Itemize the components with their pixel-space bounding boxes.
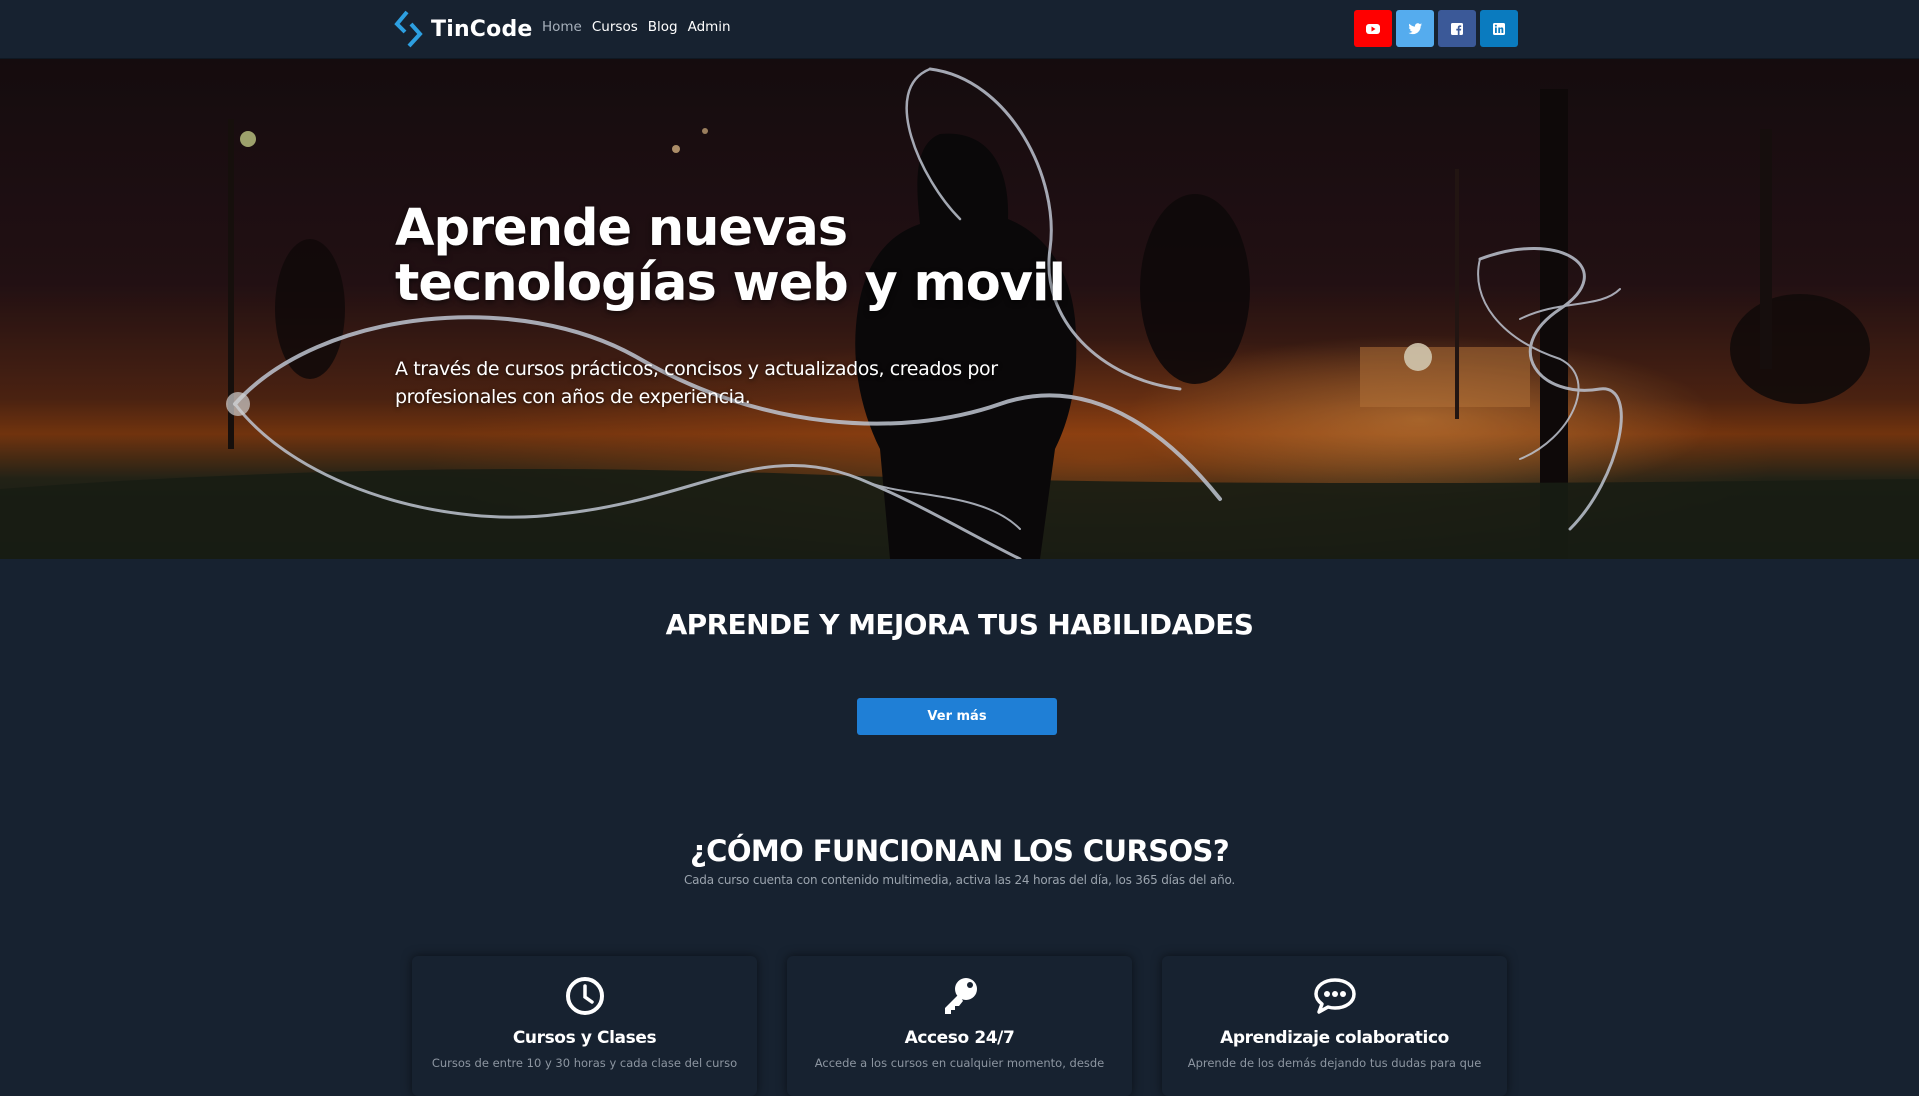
tincode-logo-icon (394, 10, 423, 48)
key-icon (944, 978, 977, 1014)
youtube-icon (1366, 23, 1380, 34)
nav-cursos[interactable]: Cursos (592, 19, 638, 35)
hero-title: Aprende nuevas tecnologías web y movil (395, 201, 1155, 311)
feature-card-title: Cursos y Clases (512, 1028, 657, 1048)
twitter-icon (1408, 22, 1422, 34)
navbar: TinCode Home Cursos Blog Admin (0, 0, 1919, 59)
nav-blog[interactable]: Blog (648, 19, 678, 35)
feature-card-text: Accede a los cursos en cualquier momento… (814, 1056, 1105, 1070)
feature-card-title: Aprendizaje colaboratico (1220, 1028, 1449, 1048)
hero-title-line-2: tecnologías web y movil (395, 254, 1066, 313)
feature-card-text: Aprende de los demás dejando tus dudas p… (1187, 1056, 1482, 1070)
brand-name: TinCode (431, 16, 533, 42)
skills-section-title: APRENDE Y MEJORA TUS HABILIDADES (665, 608, 1254, 641)
features-cards: Cursos y Clases Cursos de entre 10 y 30 … (412, 956, 1507, 1096)
nav-home[interactable]: Home (542, 19, 582, 35)
hero-banner: Aprende nuevas tecnologías web y movil A… (0, 59, 1919, 559)
feature-card-text: Cursos de entre 10 y 30 horas y cada cla… (431, 1056, 738, 1070)
main-nav: Home Cursos Blog Admin (542, 19, 731, 35)
linkedin-icon (1493, 22, 1505, 35)
chat-icon (1313, 978, 1356, 1014)
how-section-subtitle: Cada curso cuenta con contenido multimed… (683, 873, 1236, 887)
hero-title-line-1: Aprende nuevas (395, 199, 848, 258)
linkedin-button[interactable] (1480, 10, 1518, 47)
hero-subtitle: A través de cursos prácticos, concisos y… (395, 358, 998, 408)
facebook-icon (1451, 22, 1463, 35)
social-links (1354, 10, 1518, 47)
twitter-button[interactable] (1396, 10, 1434, 47)
how-section-title: ¿CÓMO FUNCIONAN LOS CURSOS? (689, 834, 1230, 868)
ver-mas-button[interactable]: Ver más (857, 698, 1057, 735)
feature-card-title: Acceso 24/7 (904, 1028, 1015, 1048)
clock-icon (565, 977, 604, 1015)
feature-card: Aprendizaje colaboratico Aprende de los … (1162, 956, 1507, 1096)
youtube-button[interactable] (1354, 10, 1392, 47)
brand-logo-link[interactable]: TinCode (393, 10, 533, 48)
facebook-button[interactable] (1438, 10, 1476, 47)
nav-admin[interactable]: Admin (688, 19, 731, 35)
feature-card: Cursos y Clases Cursos de entre 10 y 30 … (412, 956, 757, 1096)
feature-card: Acceso 24/7 Accede a los cursos en cualq… (787, 956, 1132, 1096)
